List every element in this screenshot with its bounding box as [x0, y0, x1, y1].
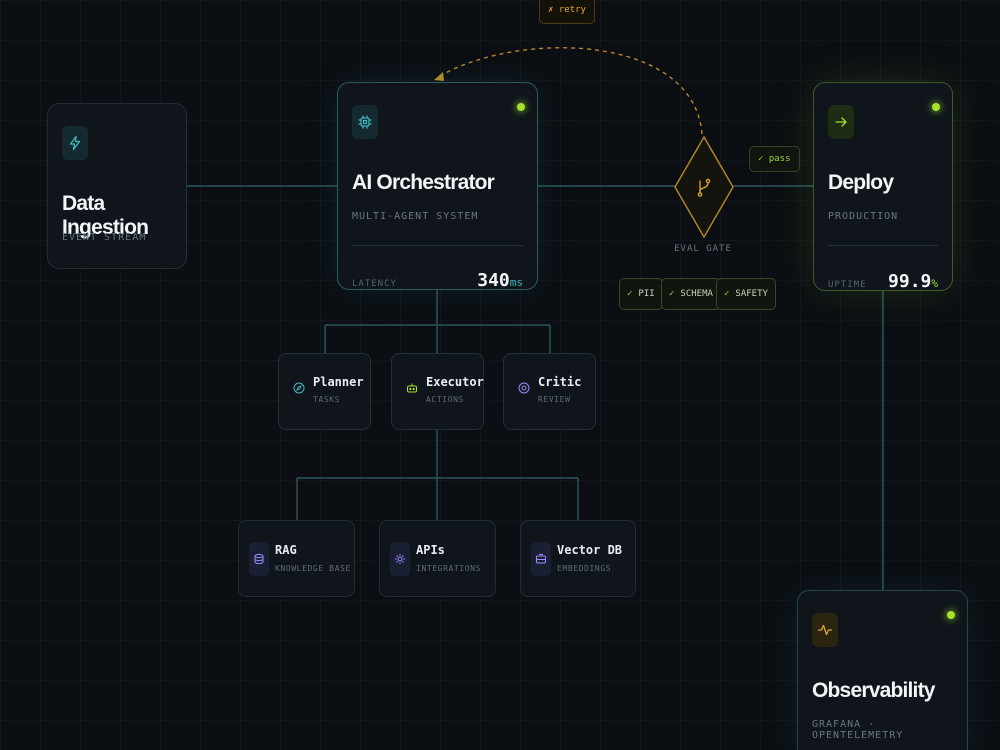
- robot-icon: [406, 382, 418, 394]
- resource-subtitle: KNOWLEDGE BASE: [275, 564, 351, 573]
- check-icon: ✓: [627, 289, 633, 299]
- pulse-icon: [812, 613, 838, 647]
- agent-critic[interactable]: Critic REVIEW: [503, 353, 596, 430]
- agent-title: Planner: [313, 375, 364, 389]
- wire-orchestrator-agents: [324, 290, 551, 354]
- node-ai-orchestrator[interactable]: AI Orchestrator MULTI-AGENT SYSTEM LATEN…: [337, 82, 538, 291]
- node-title: AI Orchestrator: [352, 171, 495, 194]
- eval-gate-diamond: [674, 135, 734, 239]
- agent-title: Critic: [538, 375, 582, 389]
- node-subtitle: PRODUCTION: [828, 211, 899, 222]
- resource-subtitle: EMBEDDINGS: [557, 564, 612, 573]
- node-subtitle: GRAFANA · OPENTELEMETRY: [812, 719, 904, 741]
- pass-badge: ✓ pass: [749, 146, 800, 172]
- status-online-indicator: [947, 611, 955, 619]
- lightning-icon: [62, 126, 88, 160]
- node-subtitle: MULTI-AGENT SYSTEM: [352, 211, 479, 222]
- node-title: Observability: [812, 679, 935, 702]
- latency-label: LATENCY: [352, 279, 397, 289]
- gear-icon: [390, 542, 410, 576]
- resource-vector-db[interactable]: Vector DB EMBEDDINGS: [520, 520, 636, 597]
- check-icon: ✓: [724, 289, 730, 299]
- agent-subtitle: ACTIONS: [426, 395, 464, 404]
- node-observability[interactable]: Observability GRAFANA · OPENTELEMETRY: [797, 590, 968, 750]
- eye-icon: [518, 382, 530, 394]
- latency-value: 340ms: [477, 270, 523, 291]
- agent-title: Executor: [426, 375, 484, 389]
- node-title: Deploy: [828, 171, 894, 194]
- retry-arrowhead: [434, 72, 444, 81]
- node-subtitle: EVENT STREAM: [62, 232, 147, 243]
- node-divider: [828, 245, 938, 246]
- storage-box-icon: [531, 542, 551, 576]
- agent-subtitle: TASKS: [313, 395, 341, 404]
- compass-icon: [293, 382, 305, 394]
- status-online-indicator: [517, 103, 525, 111]
- node-data-ingestion[interactable]: Data Ingestion EVENT STREAM: [47, 103, 187, 269]
- check-chip-safety: ✓ SAFETY: [716, 278, 776, 310]
- arrow-right-icon: [828, 105, 854, 139]
- check-chip-pii: ✓ PII: [619, 278, 663, 310]
- resource-rag[interactable]: RAG KNOWLEDGE BASE: [238, 520, 355, 597]
- uptime-label: UPTIME: [828, 280, 867, 290]
- resource-title: RAG: [275, 543, 297, 557]
- retry-badge: ✗ retry: [539, 0, 595, 24]
- cpu-chip-icon: [352, 105, 378, 139]
- uptime-value: 99.9%: [888, 271, 938, 292]
- eval-gate-label: EVAL GATE: [674, 244, 732, 254]
- resource-title: Vector DB: [557, 543, 623, 557]
- check-chip-schema: ✓ SCHEMA: [661, 278, 721, 310]
- agent-executor[interactable]: Executor ACTIONS: [391, 353, 484, 430]
- check-icon: ✓: [669, 289, 675, 299]
- resource-apis[interactable]: APIs INTEGRATIONS: [379, 520, 496, 597]
- agent-planner[interactable]: Planner TASKS: [278, 353, 371, 430]
- agent-subtitle: REVIEW: [538, 395, 571, 404]
- status-online-indicator: [932, 103, 940, 111]
- resource-title: APIs: [416, 543, 445, 557]
- database-icon: [249, 542, 269, 576]
- wire-executor-resources: [296, 430, 579, 520]
- node-divider: [352, 245, 523, 246]
- node-deploy[interactable]: Deploy PRODUCTION UPTIME 99.9%: [813, 82, 953, 292]
- resource-subtitle: INTEGRATIONS: [416, 564, 481, 573]
